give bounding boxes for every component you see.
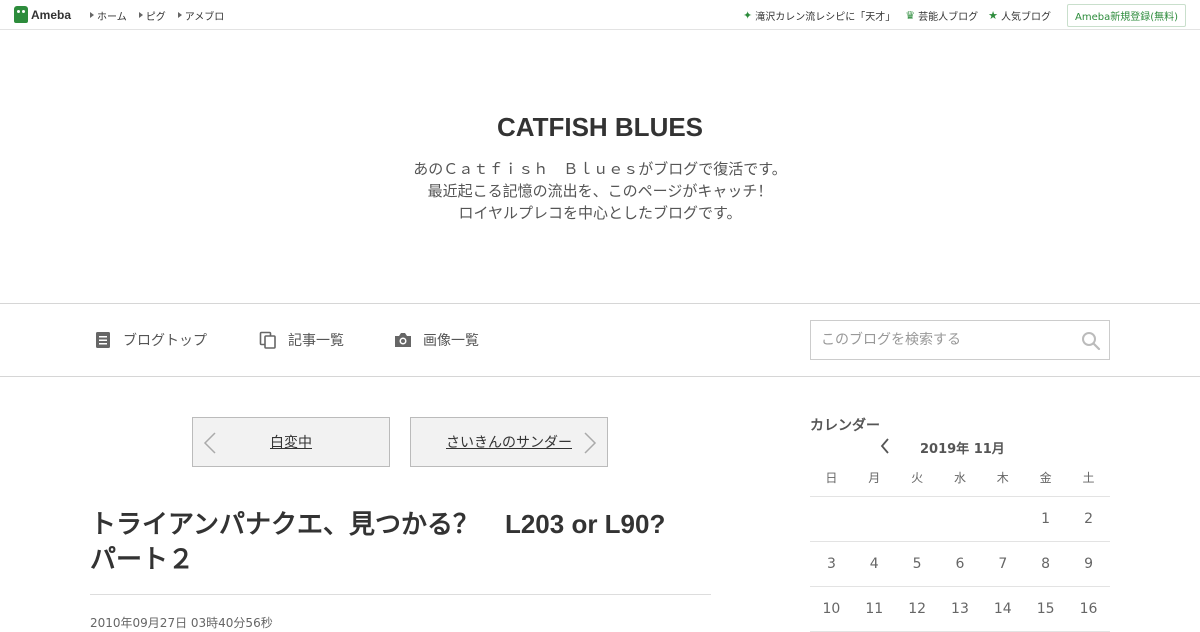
calendar-prev-month-icon[interactable] [880,438,890,458]
blog-title[interactable]: CATFISH BLUES [0,112,1200,143]
calendar-heading: カレンダー [810,418,880,434]
global-nav-ameblo[interactable]: アメブロ [177,8,225,23]
next-article-button[interactable]: さいきんのサンダー [410,417,608,467]
trending-link-label: 滝沢カレン流レシピに「天才」 [755,11,896,23]
calendar-day: 6 [938,541,982,587]
calendar-day: 5 [895,541,939,587]
calendar-weekday: 火 [895,460,939,497]
nav-image-list-label: 画像一覧 [423,333,479,349]
celebrity-blog-label: 芸能人ブログ [918,11,979,23]
star-icon: ★ [988,8,998,22]
ameba-logo-text: Ameba [31,7,72,22]
chevron-left-icon [203,432,217,458]
calendar-weekday: 日 [810,460,853,497]
popular-blog-link[interactable]: ★ 人気ブログ [988,8,1051,23]
global-nav-home[interactable]: ホーム [90,8,127,23]
calendar-day: 13 [938,586,982,632]
calendar-table: 日 月 火 水 木 金 土 1 2 3 4 5 6 7 8 9 10 11 12… [810,460,1110,632]
calendar-day [895,496,939,542]
blog-description-line: あのＣａｔｆｉｓｈ Ｂｌｕｅｓがブログで復活です。 [413,160,787,178]
chevron-right-icon [583,432,597,458]
calendar-weekday: 金 [1024,460,1068,497]
calendar-day: 2 [1067,496,1110,542]
register-button[interactable]: Ameba新規登録(無料) [1066,3,1186,27]
calendar-day: 7 [981,541,1025,587]
calendar-day [852,496,896,542]
blog-description-line: 最近起こる記憶の流出を、このページがキャッチ！ [427,182,773,200]
global-nav-pigg[interactable]: ピグ [138,8,166,23]
nav-image-list[interactable]: 画像一覧 [393,304,479,376]
calendar-day [981,496,1025,542]
nav-article-list-label: 記事一覧 [288,333,344,349]
calendar-day: 10 [810,586,853,632]
calendar-week: 3 4 5 6 7 8 9 [810,541,1110,587]
triangle-right-icon [138,12,143,18]
copy-icon [258,330,278,350]
sparkle-icon: ✦ [743,8,753,22]
celebrity-blog-link[interactable]: ♛ 芸能人ブログ [905,8,978,23]
blog-header: CATFISH BLUES あのＣａｔｆｉｓｈ Ｂｌｕｅｓがブログで復活です。 … [0,30,1200,303]
blog-nav: ブログトップ 記事一覧 画像一覧 [0,303,1200,377]
blog-search [810,320,1110,360]
calendar-day [810,496,853,542]
global-nav-label: ホーム [97,11,127,23]
global-header: Ameba ホーム ピグ アメブロ ✦ 滝沢カレン流レシピに「天才」 ♛ 芸能人ブロ… [0,0,1200,30]
blog-description: あのＣａｔｆｉｓｈ Ｂｌｕｅｓがブログで復活です。 最近起こる記憶の流出を、この… [0,158,1200,224]
calendar-weekday: 木 [981,460,1025,497]
global-nav-label: アメブロ [184,11,225,23]
calendar-day: 14 [981,586,1025,632]
calendar-month-nav: 2019年 11月 [810,436,1110,458]
calendar-weekday-row: 日 月 火 水 木 金 土 [810,460,1110,497]
calendar-day: 15 [1024,586,1068,632]
calendar-day: 8 [1024,541,1068,587]
popular-blog-label: 人気ブログ [1000,11,1051,23]
global-nav: ホーム ピグ アメブロ [90,0,224,30]
triangle-right-icon [177,12,182,18]
calendar-day [938,496,982,542]
nav-blog-top-label: ブログトップ [123,333,207,349]
calendar-day: 16 [1067,586,1110,632]
camera-icon [393,330,413,350]
calendar-weekday: 土 [1067,460,1110,497]
article-title-line: トライアンパナクエ、見つかる？ L203 or L90? [90,509,666,539]
next-article-label: さいきんのサンダー [446,435,572,451]
prev-article-label: 白変中 [270,435,312,451]
calendar-weekday: 水 [938,460,982,497]
calendar-day: 11 [852,586,896,632]
nav-article-list[interactable]: 記事一覧 [258,304,344,376]
calendar-day: 3 [810,541,853,587]
crown-icon: ♛ [905,8,916,22]
nav-blog-top[interactable]: ブログトップ [93,304,207,376]
calendar-day: 9 [1067,541,1110,587]
search-icon[interactable] [1081,331,1101,355]
article-divider [90,594,711,595]
ameba-logo[interactable]: Ameba [14,6,71,23]
blog-search-input[interactable] [811,321,1071,359]
ameba-logo-icon [14,6,28,23]
calendar-week: 10 11 12 13 14 15 16 [810,586,1110,632]
calendar-week: 1 2 [810,496,1110,542]
prev-article-button[interactable]: 白変中 [192,417,390,467]
calendar-weekday: 月 [852,460,896,497]
calendar-month-label: 2019年 11月 [920,442,1005,457]
calendar-day: 12 [895,586,939,632]
article-title[interactable]: トライアンパナクエ、見つかる？ L203 or L90? パート２ [90,507,710,577]
article-date: 2010年09月27日 03時40分56秒 [90,616,273,630]
document-icon [93,330,113,350]
article-title-line: パート２ [90,544,195,574]
calendar-day: 1 [1024,496,1068,542]
global-nav-label: ピグ [145,11,166,23]
triangle-right-icon [90,12,94,18]
global-right-links: ✦ 滝沢カレン流レシピに「天才」 ♛ 芸能人ブログ ★ 人気ブログ Ameba新規登録… [743,0,1186,30]
trending-link[interactable]: ✦ 滝沢カレン流レシピに「天才」 [743,8,895,23]
calendar-day: 4 [852,541,896,587]
blog-description-line: ロイヤルプレコを中心としたブログです。 [458,204,742,222]
